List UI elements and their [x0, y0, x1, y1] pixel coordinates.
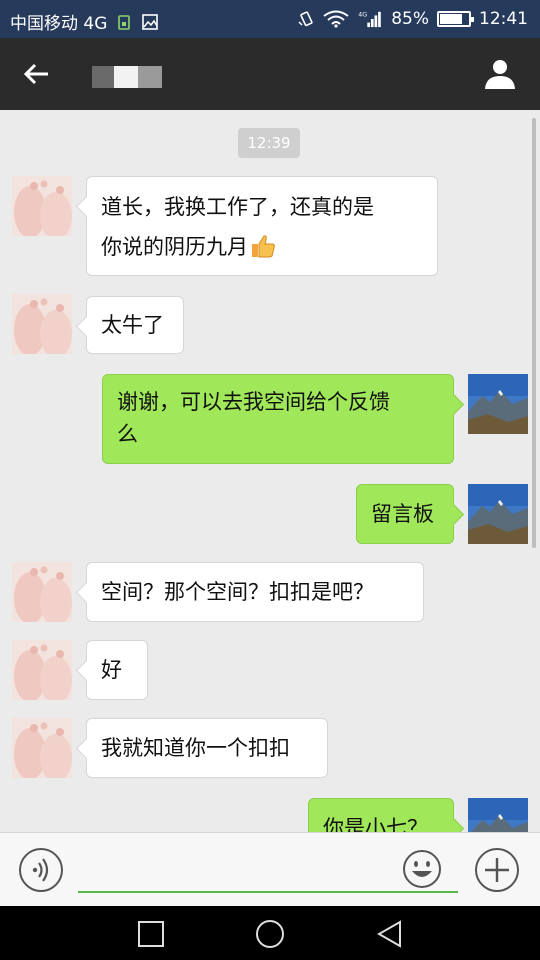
incoming-message[interactable]: 空间？那个空间？扣扣是吧？ [86, 562, 424, 622]
my-avatar[interactable] [468, 798, 528, 832]
contact-avatar[interactable] [12, 640, 72, 700]
person-icon [485, 60, 515, 89]
recents-button[interactable] [136, 919, 166, 949]
feet-photo-avatar [12, 176, 72, 236]
scrollbar[interactable] [532, 118, 536, 548]
clock: 12:41 [479, 9, 528, 29]
incoming-message[interactable]: 我就知道你一个扣扣 [86, 718, 328, 778]
home-button[interactable] [255, 919, 285, 949]
back-nav-button[interactable] [374, 919, 404, 949]
message-text: 你是小七？ [323, 816, 428, 832]
plus-circle-icon [475, 848, 519, 892]
vibrate-icon [297, 10, 315, 28]
message-input-bar [0, 832, 540, 906]
back-button[interactable] [18, 56, 54, 92]
voice-button[interactable] [18, 847, 64, 893]
my-avatar[interactable] [468, 484, 528, 544]
contact-avatar[interactable] [12, 294, 72, 354]
thumbs-up-icon [250, 232, 276, 258]
mountain-photo-avatar [468, 484, 528, 544]
incoming-message[interactable]: 道长，我换工作了，还真的是 你说的阴历九月 [86, 176, 438, 276]
contact-avatar[interactable] [12, 718, 72, 778]
message-text: 好 [101, 658, 122, 682]
incoming-message[interactable]: 太牛了 [86, 296, 184, 354]
message-text: 我就知道你一个扣扣 [101, 736, 290, 760]
image-notification-icon [141, 13, 159, 31]
message-text: 留言板 [371, 502, 434, 526]
message-input[interactable] [78, 851, 458, 893]
more-button[interactable] [474, 847, 520, 893]
battery-fill [440, 14, 463, 24]
outgoing-message[interactable]: 你是小七？ [308, 798, 454, 832]
arrow-left-icon [23, 63, 48, 85]
feet-photo-avatar [12, 718, 72, 778]
chat-header [0, 38, 540, 110]
message-text: 谢谢，可以去我空间给个反馈 [117, 390, 390, 414]
timestamp-badge: 12:39 [238, 128, 300, 158]
message-text: 空间？那个空间？扣扣是吧？ [101, 580, 374, 604]
signal-4g-icon: 4G [357, 10, 383, 28]
carrier-label: 中国移动 4G [10, 14, 108, 34]
incoming-message[interactable]: 好 [86, 640, 148, 700]
status-bar: 中国移动 4G 4G 85% 12:41 [0, 0, 540, 38]
message-text: 太牛了 [101, 313, 164, 337]
contact-name-redacted [92, 66, 162, 88]
mountain-photo-avatar [468, 798, 528, 832]
outgoing-message[interactable]: 留言板 [356, 484, 454, 544]
wifi-icon [323, 10, 349, 28]
circle-icon [256, 920, 284, 948]
svg-text:4G: 4G [359, 11, 368, 18]
feet-photo-avatar [12, 294, 72, 354]
sim-icon [115, 13, 133, 31]
message-text: 道长，我换工作了，还真的是 [101, 195, 374, 219]
contact-avatar[interactable] [12, 176, 72, 236]
square-icon [138, 921, 164, 947]
feet-photo-avatar [12, 640, 72, 700]
emoji-button[interactable] [402, 849, 442, 889]
triangle-back-icon [376, 920, 401, 948]
smiley-icon [403, 850, 441, 888]
chat-area[interactable]: 12:39 道长，我换工作了，还真的是 你说的阴历九月 太牛了 谢谢，可以去我空… [0, 110, 540, 832]
message-text-line2: 么 [117, 422, 138, 446]
profile-button[interactable] [482, 56, 518, 92]
outgoing-message[interactable]: 谢谢，可以去我空间给个反馈 么 [102, 374, 454, 464]
voice-icon [19, 848, 63, 892]
battery-percent: 85% [391, 9, 429, 29]
contact-avatar[interactable] [12, 562, 72, 622]
battery-icon [437, 11, 474, 27]
message-text-line2: 你说的阴历九月 [101, 235, 248, 259]
mountain-photo-avatar [468, 374, 528, 434]
system-nav-bar [0, 906, 540, 960]
feet-photo-avatar [12, 562, 72, 622]
my-avatar[interactable] [468, 374, 528, 434]
